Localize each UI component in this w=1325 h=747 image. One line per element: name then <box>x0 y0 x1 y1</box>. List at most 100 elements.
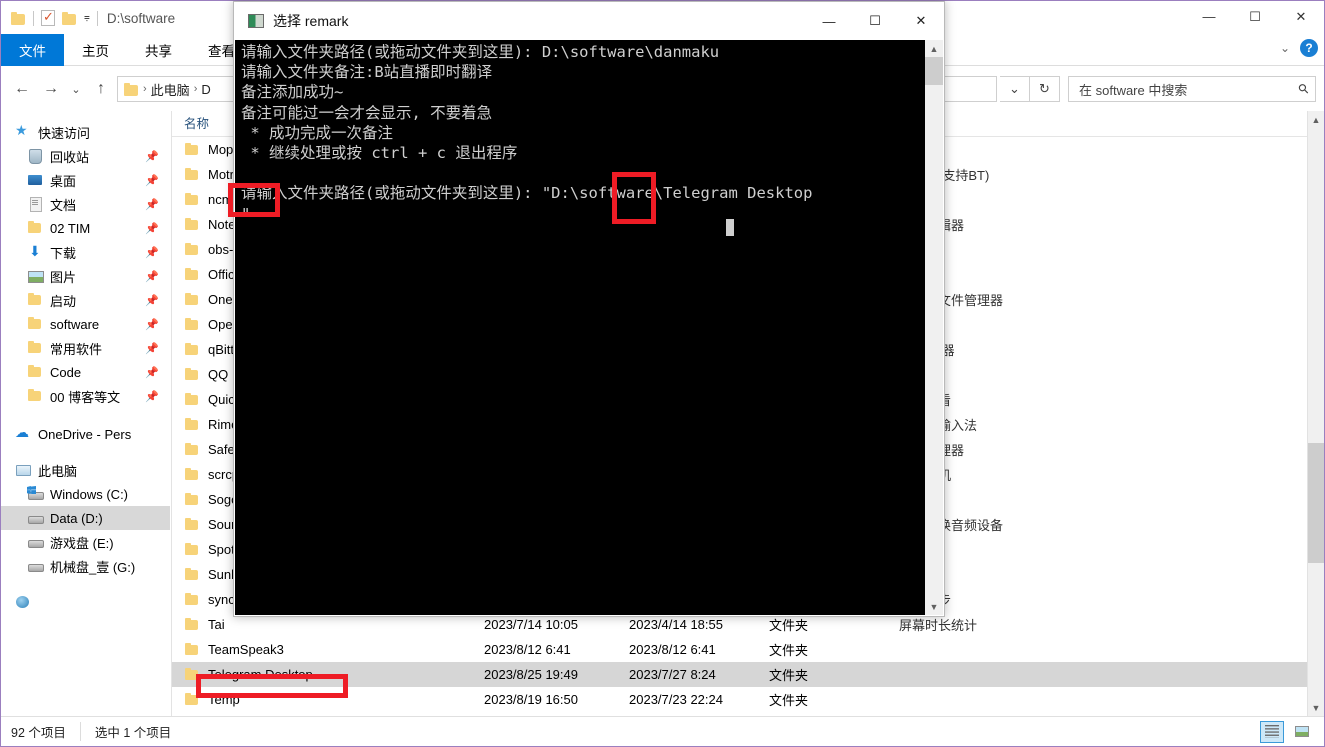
refresh-icon[interactable]: ↻ <box>1030 76 1060 102</box>
table-row[interactable]: Telegram Desktop 2023/8/25 19:49 2023/7/27… <box>172 662 1324 687</box>
folder-icon <box>184 642 200 658</box>
file-name-label: TeamSpeak3 <box>208 642 284 657</box>
details-view-button[interactable] <box>1260 720 1284 743</box>
sidebar-item-software[interactable]: software 📌 <box>1 312 170 336</box>
maximize-button[interactable]: ☐ <box>1232 1 1278 32</box>
console-scrollbar[interactable]: ▲ ▼ <box>925 40 943 615</box>
cell-name: TeamSpeak3 <box>172 642 472 658</box>
console-maximize-button[interactable]: ☐ <box>852 2 898 40</box>
cell-modified-date: 2023/8/25 19:49 <box>484 667 578 682</box>
new-folder-icon[interactable] <box>62 11 77 25</box>
tab-home[interactable]: 主页 <box>64 34 127 66</box>
folder-icon <box>184 517 200 533</box>
back-button[interactable]: ← <box>9 76 35 102</box>
checkbox-icon[interactable] <box>41 9 55 26</box>
sidebar-item-startup[interactable]: 启动 📌 <box>1 288 170 312</box>
folder-icon[interactable] <box>11 11 26 25</box>
sidebar-item-documents[interactable]: 文档 📌 <box>1 192 170 216</box>
sidebar-item-code[interactable]: Code 📌 <box>1 360 170 384</box>
sidebar-item-hdd-g[interactable]: 机械盘_壹 (G:) <box>1 554 170 578</box>
pin-icon[interactable]: 📌 <box>145 366 159 379</box>
sidebar-item-network[interactable] <box>1 590 170 614</box>
text-cursor <box>726 219 734 236</box>
up-button[interactable]: ↑ <box>88 76 114 102</box>
folder-icon <box>184 292 200 308</box>
sidebar-item-data-d[interactable]: Data (D:) <box>1 506 170 530</box>
quick-access-toolbar: ⩦ D:\software <box>11 7 175 29</box>
cell-remark: 控制手机 <box>887 465 1324 484</box>
column-header-remark[interactable]: 备注 <box>887 111 1324 137</box>
minimize-button[interactable]: — <box>1186 1 1232 32</box>
pin-icon[interactable]: 📌 <box>145 318 159 331</box>
pin-icon[interactable]: 📌 <box>145 342 159 355</box>
forward-button[interactable]: → <box>38 76 64 102</box>
tab-share[interactable]: 共享 <box>127 34 190 66</box>
sidebar-item-desktop[interactable]: 桌面 📌 <box>1 168 170 192</box>
table-row[interactable]: TeamSpeak3 2023/8/12 6:41 2023/8/12 6:41 文件… <box>172 637 1324 662</box>
cell-remark: 第三方文件管理器 <box>899 293 1004 308</box>
cell-remark: 屏幕时长统计 <box>899 618 978 633</box>
pin-icon[interactable]: 📌 <box>145 222 159 235</box>
console-scroll-up-icon[interactable]: ▲ <box>925 40 943 57</box>
file-name-label: Tai <box>208 617 225 632</box>
file-name-label: QQ <box>208 367 229 382</box>
tab-file[interactable]: 文件 <box>1 34 64 66</box>
folder-icon <box>27 340 43 356</box>
sidebar-item-02-tim[interactable]: 02 TIM 📌 <box>1 216 170 240</box>
scroll-up-arrow-icon[interactable]: ▲ <box>1308 111 1324 128</box>
details-view-icon <box>1265 725 1279 738</box>
close-button[interactable]: ✕ <box>1278 1 1324 32</box>
scrollbar-thumb[interactable] <box>1308 443 1324 563</box>
table-row[interactable]: Temp 2023/8/19 16:50 2023/7/23 22:24 文件夹 <box>172 687 1324 712</box>
scroll-down-arrow-icon[interactable]: ▼ <box>1308 699 1324 716</box>
sidebar-item-windows-c[interactable]: Windows (C:) <box>1 482 170 506</box>
pin-icon[interactable]: 📌 <box>145 174 159 187</box>
console-output-area[interactable]: 请输入文件夹路径(或拖动文件夹到这里): D:\software\danmaku… <box>235 40 943 615</box>
dropdown-arrow-icon[interactable]: ⩦ <box>84 13 90 23</box>
sidebar-item-blog-docs[interactable]: 00 博客等文 📌 <box>1 384 170 408</box>
cell-modified-date: 2023/8/12 6:41 <box>484 642 571 657</box>
sidebar-item-downloads[interactable]: 下载 📌 <box>1 240 170 264</box>
search-input[interactable]: 在 software 中搜索 ⚲ <box>1068 76 1316 102</box>
folder-icon <box>184 617 200 633</box>
windows-drive-icon <box>27 486 44 502</box>
help-icon[interactable]: ? <box>1300 39 1318 57</box>
large-icons-view-button[interactable] <box>1290 721 1314 743</box>
pin-icon[interactable]: 📌 <box>145 150 159 163</box>
console-scrollbar-thumb[interactable] <box>925 57 943 85</box>
sidebar-item-label: 启动 <box>50 293 77 309</box>
sidebar-item-quick-access[interactable]: 快速访问 <box>1 120 170 144</box>
file-list-scrollbar[interactable]: ▲ ▼ <box>1307 111 1324 716</box>
sidebar-item-game-drive-e[interactable]: 游戏盘 (E:) <box>1 530 170 554</box>
large-icons-view-icon <box>1295 726 1309 737</box>
pin-icon[interactable]: 📌 <box>145 390 159 403</box>
console-title-bar[interactable]: 选择 remark — ☐ ✕ <box>234 2 944 40</box>
breadcrumb-drive[interactable]: D <box>201 82 210 97</box>
sidebar-item-label: Windows (C:) <box>50 486 129 502</box>
pin-icon[interactable]: 📌 <box>145 294 159 307</box>
console-title: 选择 remark <box>273 13 349 29</box>
folder-icon <box>184 367 200 383</box>
pin-icon[interactable]: 📌 <box>145 198 159 211</box>
recent-locations-button[interactable]: ⌄ <box>67 76 85 102</box>
console-minimize-button[interactable]: — <box>806 2 852 40</box>
breadcrumb-this-pc[interactable]: 此电脑 <box>151 80 190 99</box>
sidebar-item-pictures[interactable]: 图片 📌 <box>1 264 170 288</box>
cell-name: Telegram Desktop <box>172 667 472 683</box>
sidebar-item-recycle-bin[interactable]: 回收站 📌 <box>1 144 170 168</box>
pin-icon[interactable]: 📌 <box>145 270 159 283</box>
sidebar-item-onedrive[interactable]: OneDrive - Pers <box>1 422 170 446</box>
download-icon <box>27 243 43 260</box>
sidebar-item-this-pc[interactable]: 此电脑 <box>1 458 170 482</box>
sidebar-item-common-software[interactable]: 常用软件 📌 <box>1 336 170 360</box>
console-scroll-down-icon[interactable]: ▼ <box>925 598 943 615</box>
network-icon <box>15 594 31 610</box>
pin-icon[interactable]: 📌 <box>145 246 159 259</box>
window-title-path: D:\software <box>106 10 176 26</box>
console-close-button[interactable]: ✕ <box>898 2 944 40</box>
console-window-buttons: — ☐ ✕ <box>806 2 944 40</box>
drive-icon <box>27 510 44 526</box>
address-history-dropdown[interactable]: ⌄ <box>1000 76 1030 102</box>
chevron-down-icon[interactable]: ⌄ <box>1280 41 1290 55</box>
